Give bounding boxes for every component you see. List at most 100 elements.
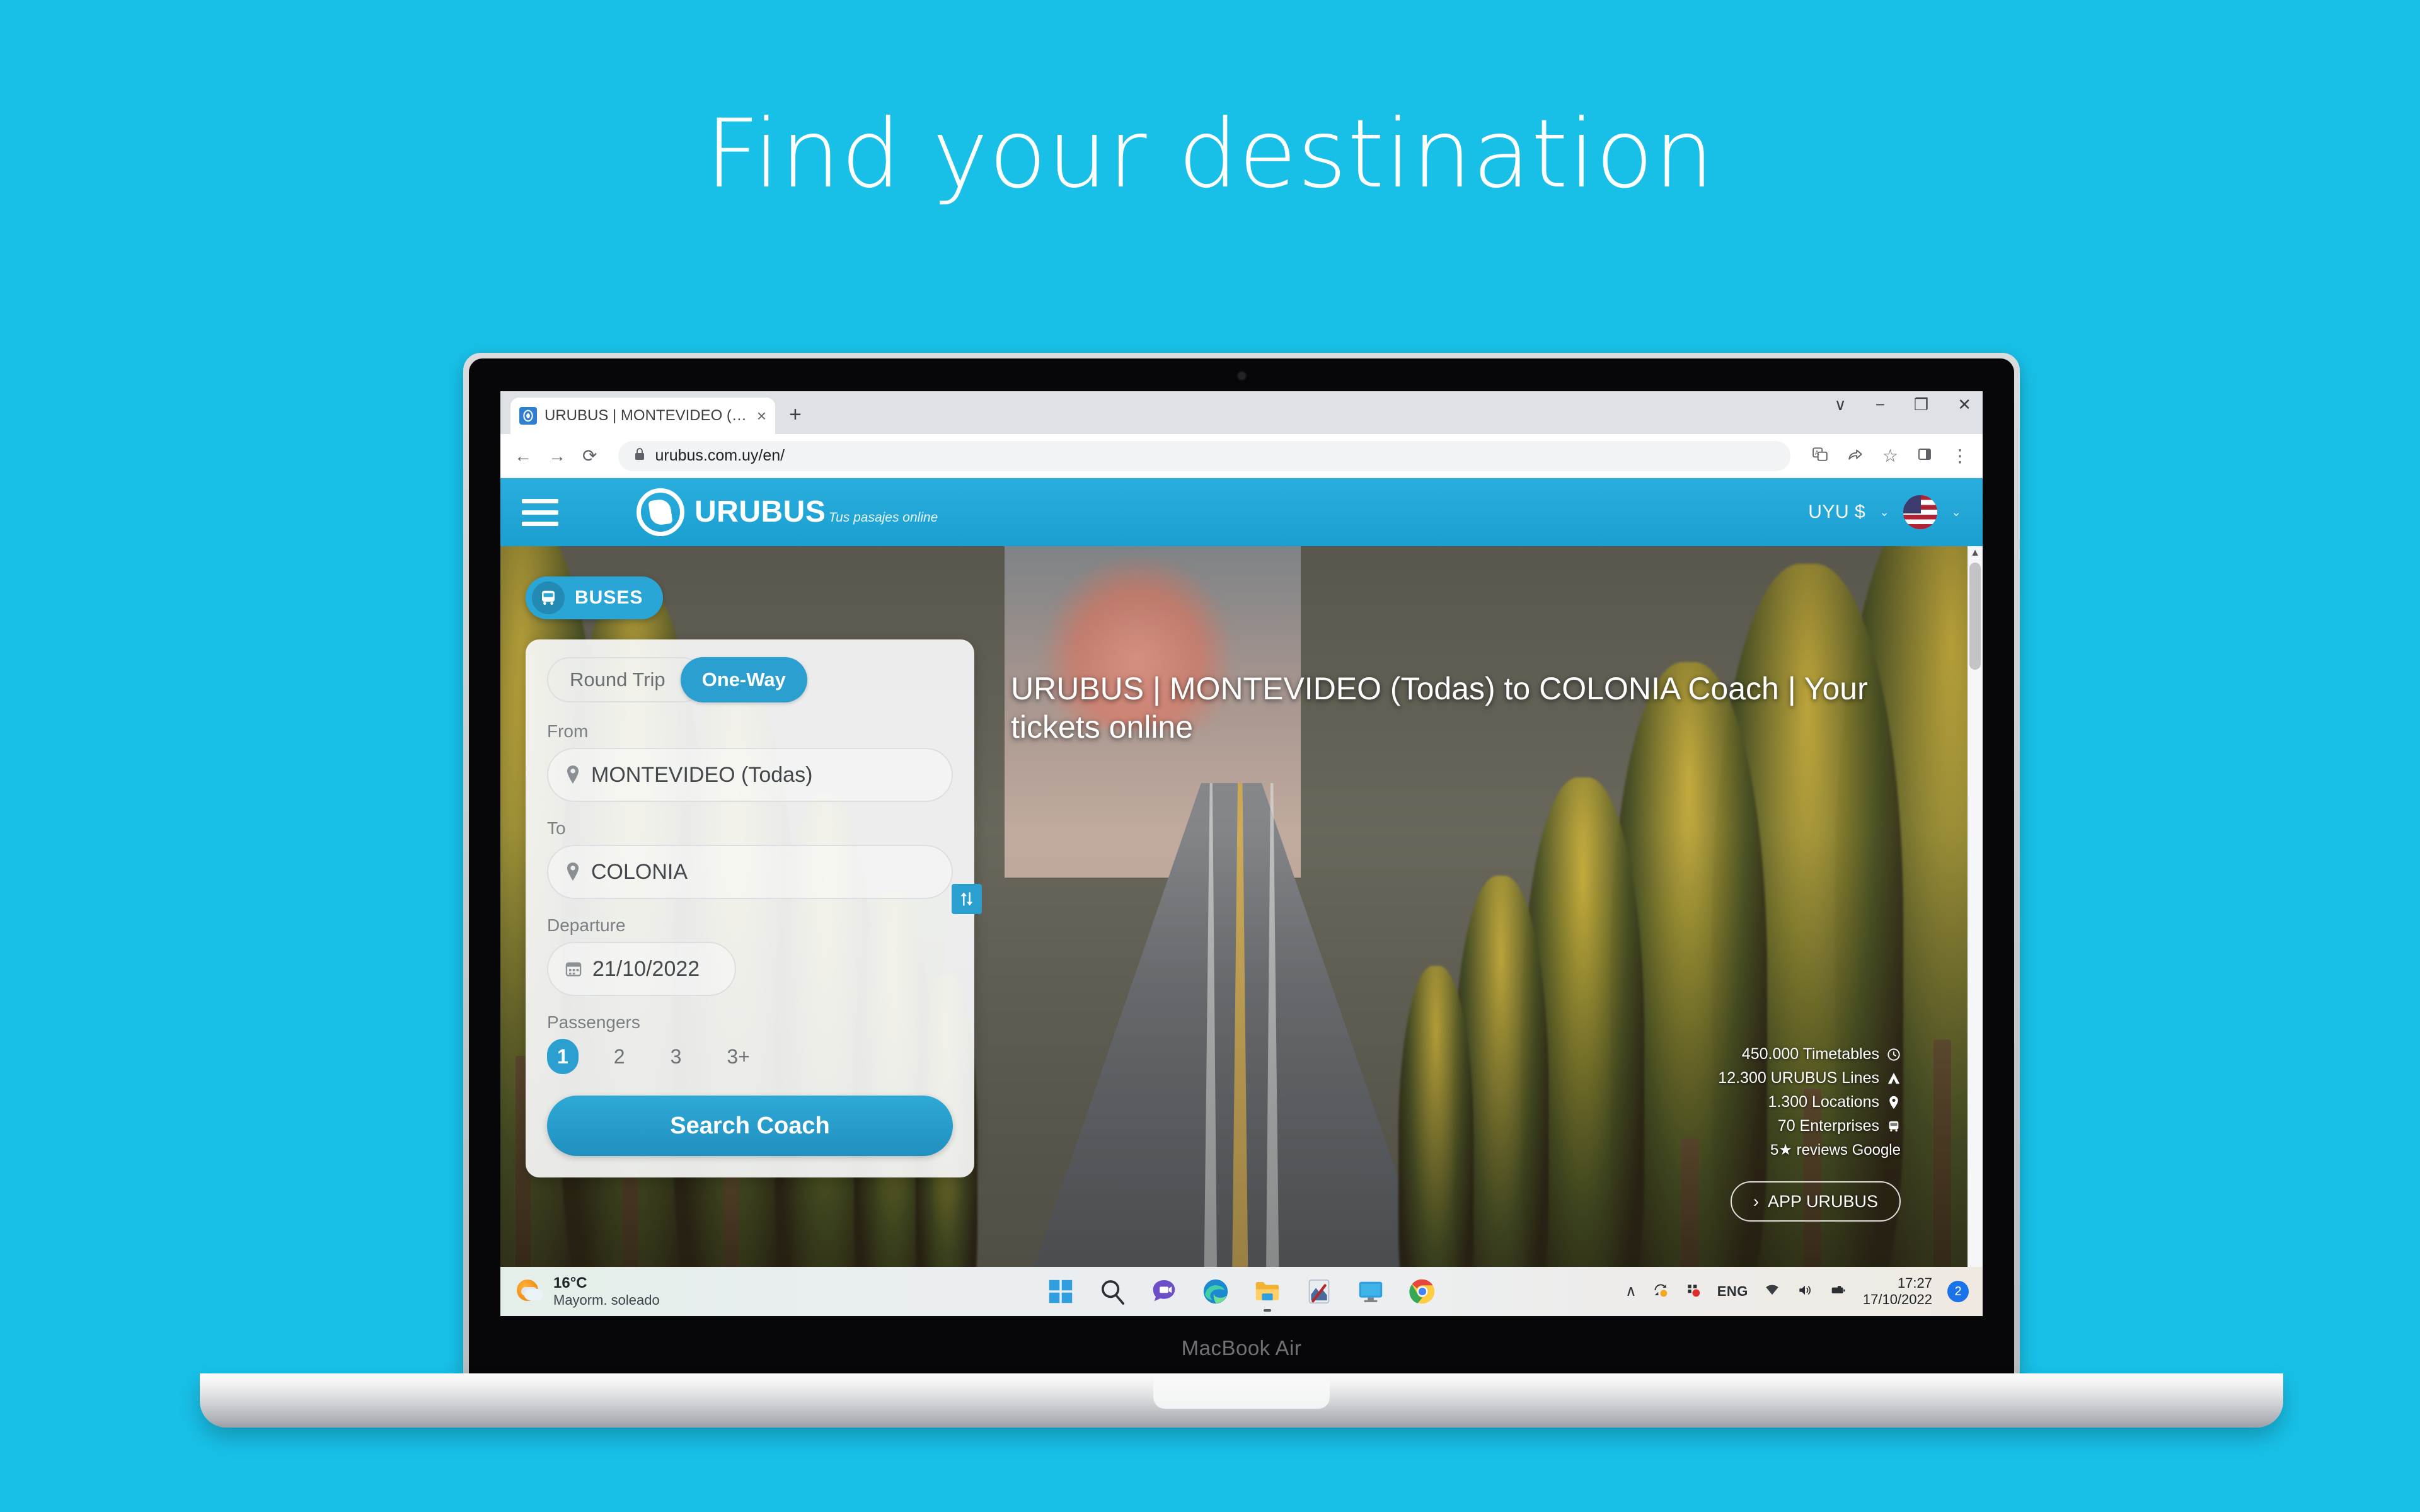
to-input[interactable]: COLONIA: [547, 845, 953, 899]
stat-reviews-label: 5★ reviews Google: [1770, 1142, 1901, 1159]
tab-close-icon[interactable]: ×: [757, 408, 766, 424]
file-explorer-icon[interactable]: [1253, 1277, 1282, 1306]
weather-description: Mayorm. soleado: [553, 1292, 660, 1309]
share-icon[interactable]: [1847, 446, 1864, 466]
address-bar[interactable]: urubus.com.uy/en/: [618, 440, 1790, 471]
battery-icon[interactable]: [1829, 1282, 1848, 1302]
side-panel-icon[interactable]: [1917, 447, 1932, 465]
pin-icon: [1889, 1096, 1898, 1109]
taskbar-system-tray: ∧ ENG 17:27 17/10/2022 2: [1625, 1275, 1983, 1309]
taskbar-clock[interactable]: 17:27 17/10/2022: [1863, 1275, 1932, 1309]
trip-type-one-way[interactable]: One-Way: [680, 657, 807, 702]
laptop-bezel: MacBook Air URUBUS | MONTEVIDEO (Todas) …: [469, 358, 2014, 1377]
wifi-icon[interactable]: [1763, 1282, 1781, 1302]
laptop-screen: URUBUS | MONTEVIDEO (Todas) × + ∨ − ❐ ✕: [500, 391, 1983, 1316]
stat-timetables-label: 450.000 Timetables: [1741, 1045, 1879, 1063]
browser-tab-strip: URUBUS | MONTEVIDEO (Todas) × + ∨ − ❐ ✕: [500, 391, 1983, 434]
remote-desktop-icon[interactable]: [1356, 1277, 1385, 1306]
reload-icon[interactable]: ⟳: [582, 447, 597, 465]
from-label: From: [547, 721, 589, 741]
passenger-option-1[interactable]: 1: [547, 1039, 579, 1074]
chevron-right-icon: ›: [1753, 1191, 1759, 1211]
browser-menu-icon[interactable]: ⋮: [1951, 447, 1969, 465]
passenger-option-2[interactable]: 2: [604, 1039, 635, 1074]
bus-icon: [1889, 1121, 1899, 1131]
app-urubus-button[interactable]: › APP URUBUS: [1730, 1181, 1901, 1222]
stat-reviews: 5★ reviews Google: [1718, 1141, 1901, 1159]
sun-cloud-icon: [517, 1278, 544, 1305]
passengers-selector: 1 2 3 3+: [547, 1039, 953, 1074]
macbook-air-mockup: MacBook Air URUBUS | MONTEVIDEO (Todas) …: [200, 353, 2283, 1428]
taskbar-weather-widget[interactable]: 16°C Mayorm. soleado: [500, 1274, 660, 1309]
speaker-icon[interactable]: [1796, 1282, 1814, 1302]
urubus-website: URUBUS Tus pasajes online UYU $ ⌄ ⌄ BUSE…: [500, 478, 1983, 1267]
search-form-card: Round Trip One-Way From MONTEVIDEO (Toda…: [526, 639, 982, 1177]
page-title: Find your destination: [705, 100, 1715, 209]
language-flag-icon[interactable]: [1903, 495, 1938, 529]
browser-toolbar: ← → ⟳ urubus.com.uy/en/ A ☆ ⋮: [500, 434, 1983, 478]
toolbar-actions: A ☆ ⋮: [1812, 446, 1969, 466]
stat-locations: 1.300 Locations: [1718, 1093, 1901, 1111]
snipping-tool-icon[interactable]: [1305, 1277, 1334, 1306]
new-tab-button[interactable]: +: [789, 404, 802, 425]
translate-icon[interactable]: A: [1812, 446, 1828, 466]
restore-icon[interactable]: ❐: [1914, 396, 1928, 413]
tray-language[interactable]: ENG: [1717, 1283, 1748, 1300]
dots-status-icon[interactable]: [1685, 1282, 1702, 1302]
brand-logo[interactable]: URUBUS Tus pasajes online: [637, 488, 938, 536]
bookmark-star-icon[interactable]: ☆: [1882, 447, 1898, 465]
chrome-browser-icon[interactable]: [1408, 1277, 1437, 1306]
window-controls: ∨ − ❐ ✕: [1835, 396, 1971, 413]
hamburger-menu-icon[interactable]: [522, 498, 558, 526]
swap-origin-destination-button[interactable]: [952, 884, 982, 914]
departure-label: Departure: [547, 915, 626, 935]
stat-enterprises: 70 Enterprises: [1718, 1117, 1901, 1135]
scrollbar-thumb[interactable]: [1969, 563, 1981, 670]
stat-locations-label: 1.300 Locations: [1768, 1093, 1879, 1111]
webcam-icon: [1238, 372, 1245, 379]
chevron-down-icon[interactable]: ∨: [1835, 396, 1847, 413]
hero-stats: 450.000 Timetables 12.300 URUBUS Lines 1…: [1718, 1045, 1901, 1222]
currency-chevron-down-icon[interactable]: ⌄: [1879, 505, 1889, 520]
windows-taskbar: 16°C Mayorm. soleado ∧ ENG 17:27 17/10/2…: [500, 1267, 1983, 1316]
currency-selector[interactable]: UYU $: [1808, 501, 1865, 523]
minimize-icon[interactable]: −: [1876, 396, 1885, 413]
passenger-option-3[interactable]: 3: [660, 1039, 692, 1074]
route-icon: [1887, 1072, 1900, 1084]
departure-date-input[interactable]: 21/10/2022: [547, 942, 736, 996]
language-chevron-down-icon[interactable]: ⌄: [1951, 505, 1961, 520]
close-icon[interactable]: ✕: [1957, 396, 1971, 413]
weather-temperature: 16°C: [553, 1274, 587, 1292]
from-input[interactable]: MONTEVIDEO (Todas): [547, 748, 953, 802]
edge-browser-icon[interactable]: [1201, 1277, 1230, 1306]
back-icon[interactable]: ←: [514, 447, 532, 465]
taskbar-time: 17:27: [1897, 1274, 1932, 1291]
scroll-up-icon[interactable]: ▲: [1968, 546, 1983, 560]
taskbar-app-buttons: [1046, 1277, 1437, 1306]
search-coach-button[interactable]: Search Coach: [547, 1096, 953, 1156]
laptop-lid: MacBook Air URUBUS | MONTEVIDEO (Todas) …: [463, 353, 2020, 1377]
forward-icon[interactable]: →: [548, 447, 566, 465]
mode-tab-buses[interactable]: BUSES: [526, 576, 664, 619]
passenger-option-3plus[interactable]: 3+: [717, 1039, 759, 1074]
site-header: URUBUS Tus pasajes online UYU $ ⌄ ⌄: [500, 478, 1983, 546]
stat-enterprises-label: 70 Enterprises: [1777, 1117, 1879, 1135]
onedrive-sync-icon[interactable]: [1652, 1282, 1669, 1302]
urubus-favicon-icon: [519, 407, 537, 425]
mode-tab-buses-label: BUSES: [575, 587, 643, 608]
lock-icon: [633, 447, 646, 466]
calendar-icon: [565, 962, 582, 976]
brand-name: URUBUS: [694, 495, 826, 529]
search-icon[interactable]: [1098, 1277, 1127, 1306]
browser-tab[interactable]: URUBUS | MONTEVIDEO (Todas) ×: [510, 398, 775, 434]
page-scrollbar[interactable]: ▲ ▼: [1968, 546, 1983, 1267]
taskbar-date: 17/10/2022: [1862, 1292, 1932, 1307]
device-model-label: MacBook Air: [1181, 1336, 1302, 1360]
clock-icon: [1887, 1048, 1900, 1061]
stat-lines-label: 12.300 URUBUS Lines: [1718, 1069, 1879, 1087]
teams-chat-icon[interactable]: [1150, 1277, 1178, 1306]
notification-badge[interactable]: 2: [1947, 1281, 1969, 1302]
to-label: To: [547, 818, 566, 838]
tray-overflow-chevron-icon[interactable]: ∧: [1625, 1284, 1637, 1299]
windows-start-icon[interactable]: [1046, 1277, 1075, 1306]
